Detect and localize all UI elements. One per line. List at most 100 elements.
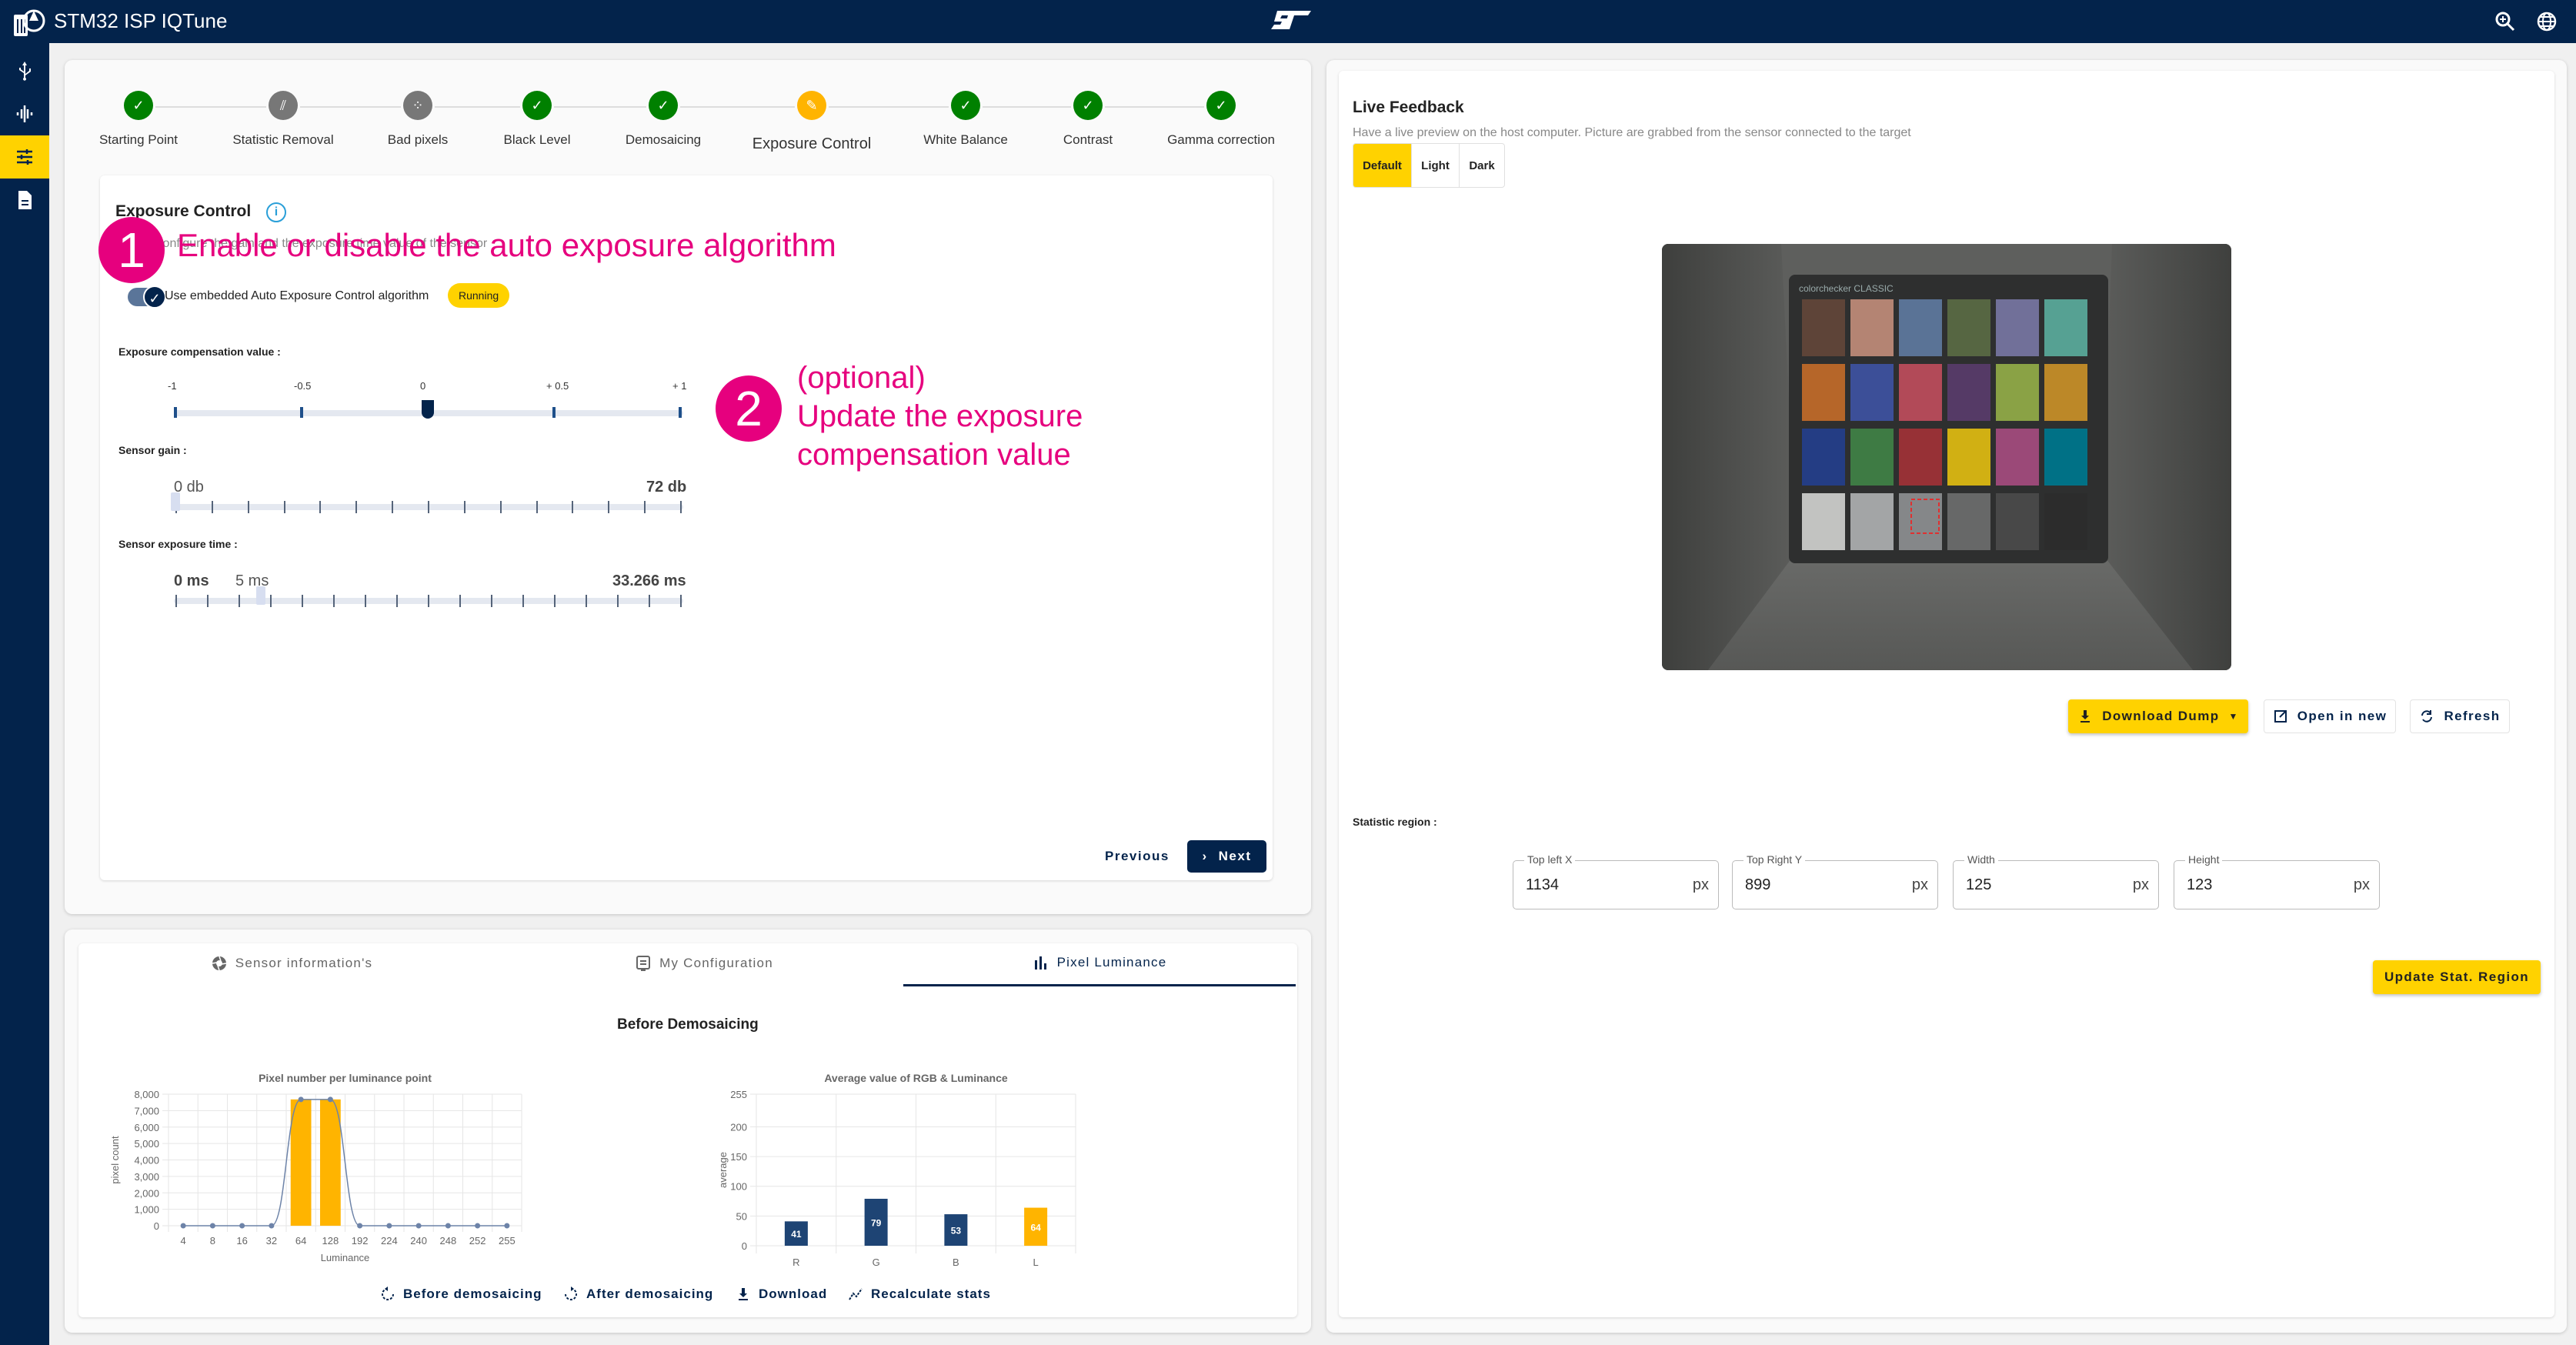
tab-sensor-information[interactable]: Sensor information's — [78, 940, 505, 986]
action-label: Before demosaicing — [403, 1287, 542, 1301]
download-icon — [739, 1288, 748, 1300]
bar-chart-icon — [1034, 956, 1046, 970]
sidebar — [0, 43, 49, 1345]
chevron-right-icon: › — [1202, 849, 1208, 863]
mode-dark-button[interactable]: Dark — [1460, 144, 1504, 187]
rotate-left-icon — [382, 1287, 394, 1300]
sidebar-item-tuning[interactable] — [0, 135, 49, 179]
stat-field-width[interactable]: Width px — [1953, 853, 2159, 909]
stat-field-top-right-y[interactable]: Top Right Y px — [1732, 853, 1938, 909]
live-preview-image[interactable]: colorchecker CLASSIC — [1662, 244, 2231, 670]
x-tick-label: 128 — [322, 1235, 339, 1247]
mode-light-button[interactable]: Light — [1412, 144, 1460, 187]
compensation-mark-label: 0 — [420, 380, 426, 392]
x-tick-label: 16 — [236, 1235, 247, 1247]
x-tick-label: 64 — [295, 1235, 306, 1247]
next-button[interactable]: › Next — [1187, 840, 1266, 873]
zoom-in-icon[interactable] — [2493, 9, 2518, 34]
update-stat-region-button[interactable]: Update Stat. Region — [2373, 960, 2541, 994]
step-statistic-removal[interactable]: ⫽ Statistic Removal — [206, 91, 360, 148]
open-in-new-button[interactable]: Open in new — [2264, 699, 2396, 733]
colorchecker-label: colorchecker CLASSIC — [1799, 283, 1894, 294]
bar-data-label: 41 — [791, 1229, 802, 1240]
y-tick-label: 6,000 — [134, 1122, 159, 1133]
pencil-icon: ✎ — [797, 91, 826, 120]
download-icon — [2080, 710, 2090, 723]
x-tick-label: 8 — [210, 1235, 215, 1247]
dots-icon: ⁘ — [403, 91, 432, 120]
check-icon: ✓ — [1206, 91, 1236, 120]
stats-icon — [849, 1288, 863, 1300]
compensation-mark-label: + 1 — [672, 380, 687, 392]
slider-tick — [355, 501, 358, 513]
step-demosaicing[interactable]: ✓ Demosaicing — [586, 91, 740, 148]
open-in-new-icon — [2274, 710, 2287, 723]
gain-slider-thumb[interactable] — [171, 492, 180, 511]
previous-button[interactable]: Previous — [1105, 849, 1170, 864]
color-patch — [1802, 364, 1845, 421]
update-stat-region-label: Update Stat. Region — [2384, 970, 2530, 984]
tab-my-configuration[interactable]: My Configuration — [505, 940, 903, 986]
stat-field-height[interactable]: Height px — [2174, 853, 2380, 909]
stat-field-top-left-x[interactable]: Top left X px — [1513, 853, 1719, 909]
field-input[interactable] — [1966, 876, 2104, 894]
slider-tick — [333, 595, 335, 607]
y-tick-label: 200 — [730, 1121, 747, 1133]
curve-point — [504, 1223, 510, 1229]
slider-tick — [428, 501, 429, 513]
download-dump-button[interactable]: Download Dump ▼ — [2068, 699, 2248, 733]
statistic-region-label: Statistic region : — [1353, 816, 1437, 828]
slider-tick — [649, 595, 650, 607]
globe-icon[interactable] — [2534, 9, 2559, 34]
before-demosaicing-button[interactable]: Before demosaicing — [380, 1287, 542, 1302]
recalculate-stats-button[interactable]: Recalculate stats — [848, 1287, 991, 1302]
check-icon: ✓ — [649, 91, 678, 120]
slider-tick — [554, 595, 556, 607]
histogram-bar — [290, 1099, 312, 1226]
compensation-tick — [679, 407, 682, 418]
color-patch — [1802, 299, 1845, 356]
field-input[interactable] — [2187, 876, 2325, 894]
sidebar-item-waveform[interactable] — [0, 92, 49, 135]
download-stats-button[interactable]: Download — [736, 1287, 827, 1302]
info-icon[interactable]: i — [266, 202, 286, 222]
step-gamma-correction[interactable]: ✓ Gamma correction — [1144, 91, 1298, 148]
step-contrast[interactable]: ✓ Contrast — [1011, 91, 1165, 148]
tab-pixel-luminance[interactable]: Pixel Luminance — [903, 940, 1296, 986]
step-exposure-control[interactable]: ✎ Exposure Control — [735, 91, 889, 153]
luminance-histogram-chart: Pixel number per luminance point 0 1,000 2,… — [109, 1072, 522, 1263]
unit-label: px — [2353, 876, 2370, 893]
auto-exposure-toggle[interactable]: ✓ — [128, 285, 166, 309]
compensation-mark-label: -1 — [168, 380, 177, 392]
curve-point — [180, 1223, 186, 1229]
gain-label: Sensor gain : — [118, 444, 187, 456]
check-icon: ✓ — [1073, 91, 1103, 120]
field-input[interactable] — [1745, 876, 1884, 894]
color-patch — [1850, 429, 1894, 486]
gain-max-label: 72 db — [646, 479, 687, 496]
annotation-1-badge: 1 — [98, 217, 165, 283]
sidebar-item-documents[interactable] — [0, 179, 49, 222]
refresh-button[interactable]: Refresh — [2410, 699, 2510, 733]
slider-tick — [319, 501, 322, 513]
y-tick-label: 5,000 — [134, 1138, 159, 1150]
sidebar-item-usb[interactable] — [0, 49, 49, 92]
color-patch — [2044, 299, 2087, 356]
curve-point — [239, 1223, 245, 1229]
annotation-1-text: Enable or disable the auto exposure algo… — [177, 227, 836, 263]
mode-default-button[interactable]: Default — [1353, 144, 1412, 187]
exposure-time-slider-thumb[interactable] — [255, 586, 265, 605]
field-input[interactable] — [1526, 876, 1664, 894]
y-tick-label: 150 — [730, 1151, 747, 1163]
after-demosaicing-button[interactable]: After demosaicing — [563, 1287, 713, 1302]
step-label: Exposure Control — [752, 135, 872, 152]
step-label: Demosaicing — [625, 132, 702, 147]
check-icon: ✓ — [124, 91, 153, 120]
unit-label: px — [1911, 876, 1928, 893]
step-starting-point[interactable]: ✓ Starting Point — [62, 91, 215, 148]
compensation-slider-thumb[interactable] — [422, 400, 434, 419]
y-tick-label: 8,000 — [134, 1089, 159, 1100]
curve-point — [357, 1223, 363, 1229]
slider-tick — [396, 595, 398, 607]
x-tick-label: L — [1033, 1257, 1039, 1268]
